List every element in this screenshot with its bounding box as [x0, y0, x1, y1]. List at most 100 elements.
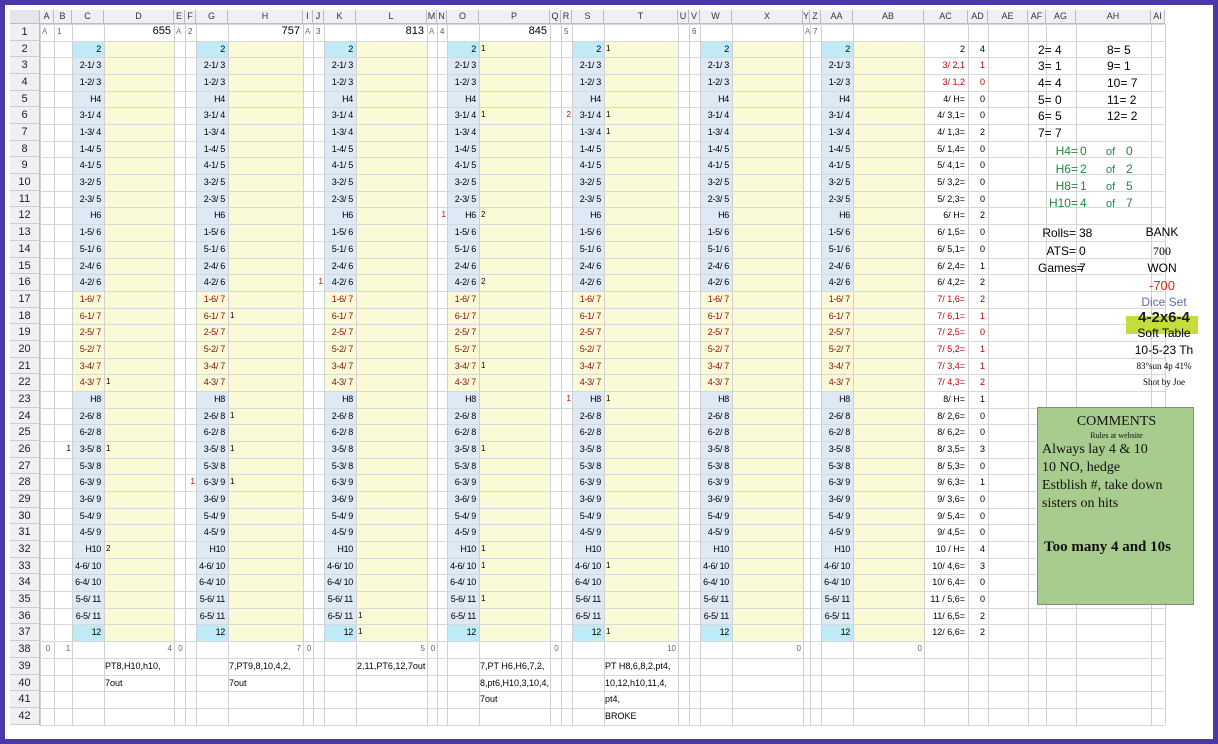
select-all-corner[interactable] — [10, 10, 40, 24]
column-header-i[interactable]: I — [303, 10, 313, 24]
row-header-18[interactable]: 18 — [10, 307, 40, 325]
row-header-13[interactable]: 13 — [10, 224, 40, 241]
column-header-c[interactable]: C — [72, 10, 104, 24]
column-header-u[interactable]: U — [678, 10, 689, 24]
row-header-39[interactable]: 39 — [10, 657, 40, 675]
column-header-o[interactable]: O — [447, 10, 479, 24]
row-header-16[interactable]: 16 — [10, 274, 40, 291]
column-header-x[interactable]: X — [732, 10, 803, 24]
column-header-h[interactable]: H — [228, 10, 303, 24]
column-header-ad[interactable]: AD — [968, 10, 988, 24]
row-header-33[interactable]: 33 — [10, 557, 40, 575]
column-header-ab[interactable]: AB — [853, 10, 924, 24]
row-header-25[interactable]: 25 — [10, 424, 40, 441]
summary-count: 3 — [979, 444, 985, 454]
row-header-29[interactable]: 29 — [10, 491, 40, 508]
row-header-42[interactable]: 42 — [10, 707, 40, 725]
row-header-20[interactable]: 20 — [10, 340, 40, 358]
row-header-24[interactable]: 24 — [10, 407, 40, 425]
summary-count: 0 — [979, 327, 985, 338]
row-header-5[interactable]: 5 — [10, 90, 40, 108]
column-header-e[interactable]: E — [174, 10, 185, 24]
column-header-n[interactable]: N — [437, 10, 447, 24]
column-header-l[interactable]: L — [356, 10, 427, 24]
row-header-34[interactable]: 34 — [10, 574, 40, 592]
roll-label: 4-6/ 10 — [824, 560, 850, 571]
column-header-v[interactable]: V — [689, 10, 700, 24]
row-header-19[interactable]: 19 — [10, 324, 40, 341]
column-header-y[interactable]: Y — [803, 10, 810, 24]
column-header-f[interactable]: F — [185, 10, 196, 24]
row-header-3[interactable]: 3 — [10, 57, 40, 75]
row-header-38[interactable]: 38 — [10, 641, 40, 658]
row-header-6[interactable]: 6 — [10, 107, 40, 125]
row-header-28[interactable]: 28 — [10, 474, 40, 492]
column-header-af[interactable]: AF — [1028, 10, 1046, 24]
roll-label: 5-1/ 6 — [79, 243, 102, 254]
row-header-21[interactable]: 21 — [10, 357, 40, 375]
column-header-ac[interactable]: AC — [924, 10, 968, 24]
grid-row-line — [40, 507, 1165, 509]
column-header-ah[interactable]: AH — [1076, 10, 1151, 24]
row-header-27[interactable]: 27 — [10, 457, 40, 475]
roll-label: 4-2/ 6 — [331, 277, 354, 288]
row-header-11[interactable]: 11 — [10, 190, 40, 208]
row-header-2[interactable]: 2 — [10, 40, 40, 58]
column-header-aa[interactable]: AA — [821, 10, 853, 24]
column-header-r[interactable]: R — [561, 10, 572, 24]
row-header-10[interactable]: 10 — [10, 174, 40, 191]
roll-label: 5-2/ 7 — [331, 343, 354, 354]
games-label: Games= — [1038, 260, 1084, 275]
row-header-7[interactable]: 7 — [10, 124, 40, 141]
roll-label: 6-1/ 7 — [331, 310, 354, 321]
column-header-ag[interactable]: AG — [1046, 10, 1076, 24]
row-header-14[interactable]: 14 — [10, 240, 40, 258]
column-header-p[interactable]: P — [479, 10, 550, 24]
column-header-ae[interactable]: AE — [988, 10, 1028, 24]
summary-label: 8/ 2,6= — [937, 410, 965, 421]
column-header-j[interactable]: J — [313, 10, 324, 24]
row-header-30[interactable]: 30 — [10, 507, 40, 525]
column-header-d[interactable]: D — [104, 10, 174, 24]
column-header-g[interactable]: G — [196, 10, 228, 24]
roll-label: 4-3/ 7 — [454, 377, 477, 388]
column-header-m[interactable]: M — [427, 10, 437, 24]
roll-label: 3-1/ 4 — [79, 110, 102, 121]
row-header-9[interactable]: 9 — [10, 157, 40, 175]
roll-label: 6-5/ 11 — [824, 610, 851, 621]
row-header-37[interactable]: 37 — [10, 624, 40, 642]
row-header-36[interactable]: 36 — [10, 607, 40, 625]
row-header-4[interactable]: 4 — [10, 74, 40, 91]
column-header-t[interactable]: T — [604, 10, 678, 24]
summary-label: 4/ 1,3= — [937, 127, 965, 138]
number-total: 5= 0 — [1038, 92, 1062, 107]
roll-label: 1-3/ 4 — [454, 127, 477, 138]
row-header-26[interactable]: 26 — [10, 441, 40, 458]
column-header-s[interactable]: S — [572, 10, 604, 24]
column-header-a[interactable]: A — [40, 10, 54, 24]
row-header-8[interactable]: 8 — [10, 140, 40, 158]
row-header-32[interactable]: 32 — [10, 541, 40, 558]
column-header-w[interactable]: W — [700, 10, 732, 24]
row-header-17[interactable]: 17 — [10, 290, 40, 308]
row-header-31[interactable]: 31 — [10, 524, 40, 542]
column-header-q[interactable]: Q — [550, 10, 561, 24]
row-header-12[interactable]: 12 — [10, 207, 40, 225]
summary-label: 4/ H= — [943, 93, 965, 104]
roll-label: 1-4/ 5 — [331, 143, 354, 154]
roll-label: 4-5/ 9 — [579, 527, 602, 538]
row-header-1[interactable]: 1 — [10, 24, 40, 41]
row-header-15[interactable]: 15 — [10, 257, 40, 275]
grid-row-line — [40, 624, 1165, 626]
row-header-23[interactable]: 23 — [10, 390, 40, 408]
row-header-40[interactable]: 40 — [10, 674, 40, 692]
roll-label: 1-6/ 7 — [579, 293, 602, 304]
game-number: 4 — [440, 27, 445, 36]
column-header-b[interactable]: B — [54, 10, 72, 24]
column-header-z[interactable]: Z — [810, 10, 821, 24]
column-header-k[interactable]: K — [324, 10, 356, 24]
row-header-22[interactable]: 22 — [10, 374, 40, 391]
column-header-ai[interactable]: AI — [1151, 10, 1165, 24]
row-header-35[interactable]: 35 — [10, 591, 40, 608]
row-header-41[interactable]: 41 — [10, 691, 40, 708]
